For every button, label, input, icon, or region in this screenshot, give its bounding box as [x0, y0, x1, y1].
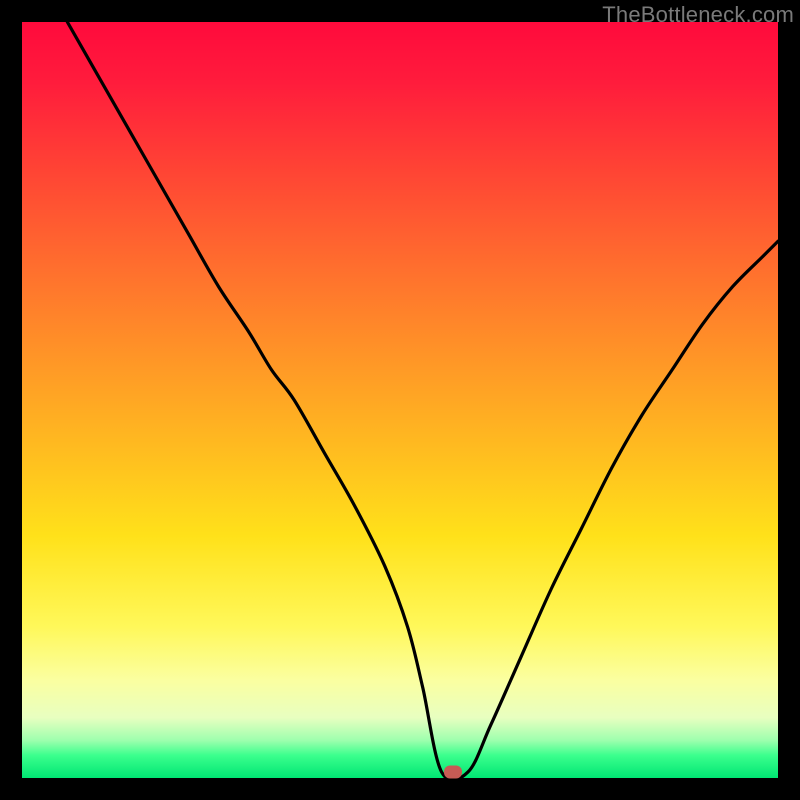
chart-frame: TheBottleneck.com	[0, 0, 800, 800]
optimum-marker	[444, 765, 462, 778]
bottleneck-curve	[22, 22, 778, 778]
plot-area	[22, 22, 778, 778]
watermark-text: TheBottleneck.com	[602, 2, 794, 28]
